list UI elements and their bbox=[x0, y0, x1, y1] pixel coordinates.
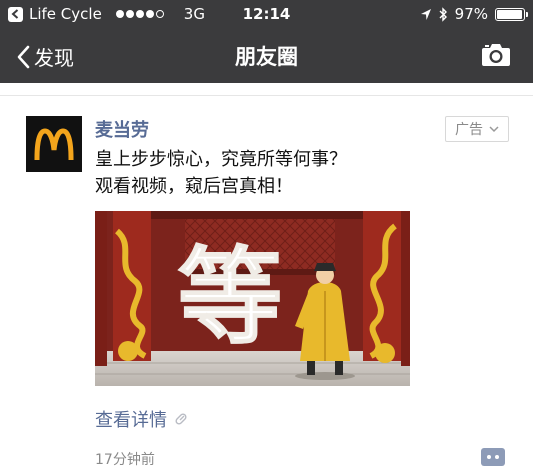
chevron-down-icon bbox=[489, 125, 499, 132]
battery-icon bbox=[495, 7, 528, 21]
post-author[interactable]: 麦当劳 bbox=[95, 116, 149, 142]
battery-level bbox=[497, 9, 523, 19]
view-details-label: 查看详情 bbox=[95, 410, 167, 431]
avatar[interactable] bbox=[26, 116, 82, 172]
thumbnail-character: 等 bbox=[178, 236, 282, 358]
bluetooth-icon bbox=[439, 6, 447, 22]
comment-button[interactable] bbox=[481, 448, 505, 466]
post-text: 皇上步步惊心，究竟所等何事？ 观看视频，窥后宫真相！ bbox=[95, 146, 347, 200]
view-details-link[interactable]: 查看详情 bbox=[95, 406, 189, 432]
battery-percent: 97% bbox=[454, 5, 488, 23]
post-video-thumbnail[interactable]: 等 bbox=[95, 211, 410, 386]
camera-button[interactable] bbox=[481, 42, 511, 71]
status-right: 97% bbox=[420, 5, 528, 23]
feed-divider bbox=[0, 95, 533, 96]
camera-icon bbox=[482, 44, 510, 66]
ad-label: 广告 bbox=[455, 122, 483, 138]
post-timestamp: 17分钟前 bbox=[95, 452, 155, 468]
post-text-line: 皇上步步惊心，究竟所等何事？ bbox=[95, 149, 347, 170]
palace-illustration: 等 bbox=[95, 211, 410, 386]
mcdonalds-logo-icon bbox=[34, 128, 74, 160]
link-icon bbox=[175, 413, 187, 425]
navigation-bar: 发现 朋友圈 bbox=[0, 28, 533, 83]
ad-badge[interactable]: 广告 bbox=[445, 116, 509, 142]
location-icon bbox=[420, 8, 431, 20]
page-title: 朋友圈 bbox=[235, 45, 298, 69]
feed-top-spacer bbox=[0, 83, 533, 95]
status-bar: Life Cycle 3G 12:14 97% bbox=[0, 0, 533, 28]
post-text-line: 观看视频，窥后宫真相！ bbox=[95, 176, 293, 197]
